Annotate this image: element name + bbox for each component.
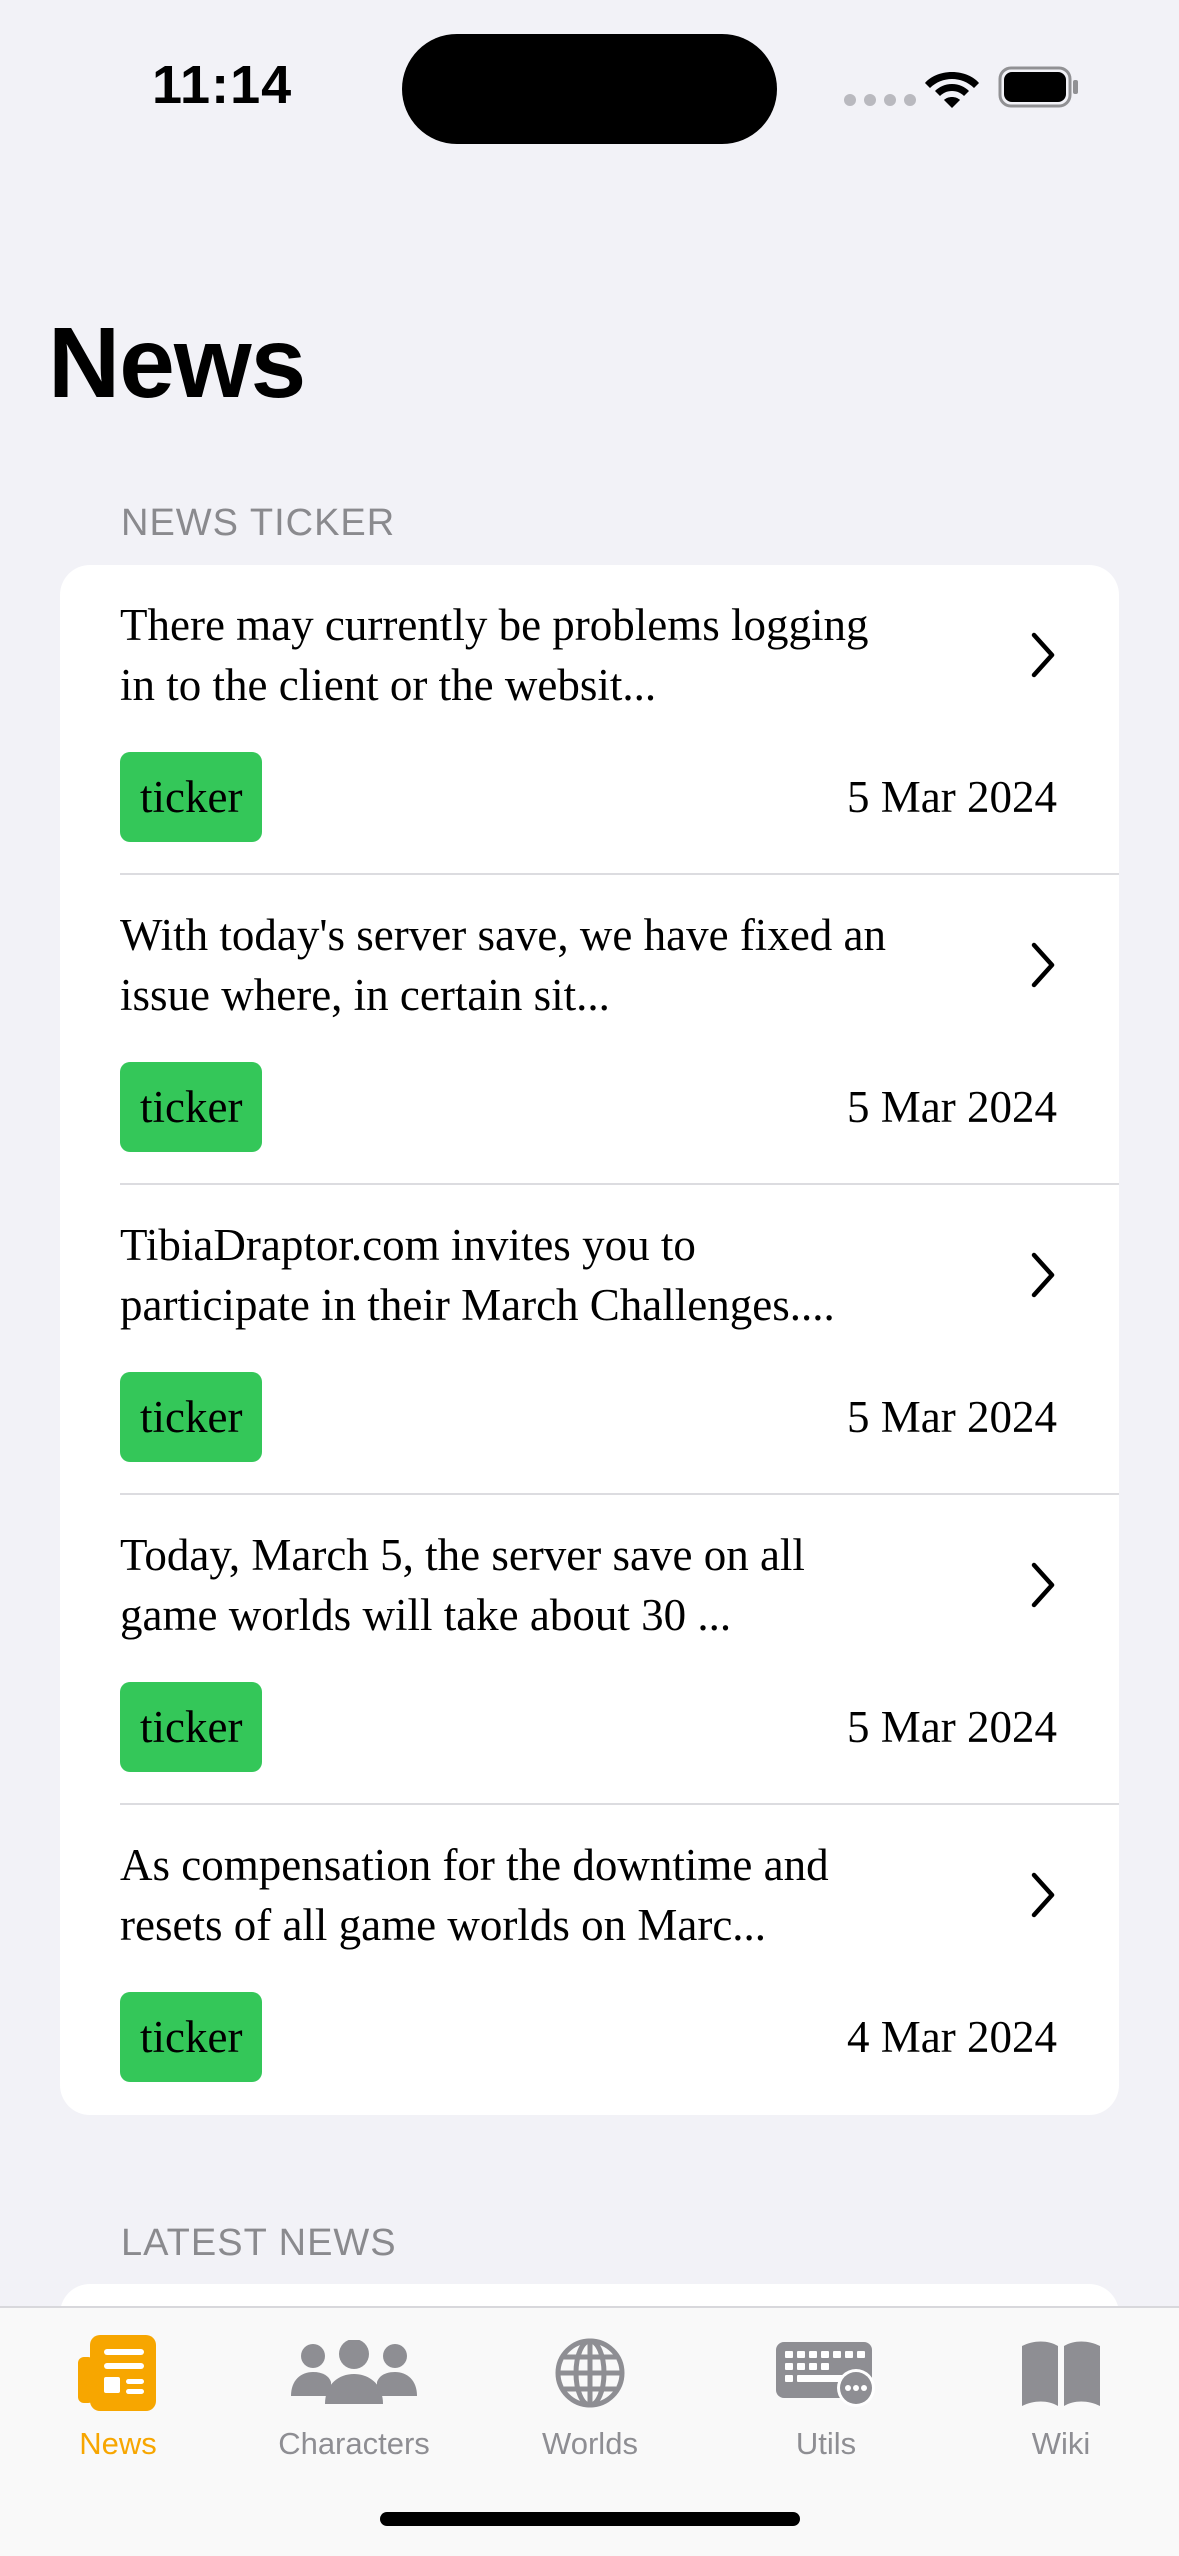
chevron-right-icon (1031, 1872, 1055, 1918)
cellular-signal-icon (844, 94, 916, 106)
wifi-icon (925, 72, 979, 108)
people-icon (291, 2340, 417, 2404)
latest-news-header: LATEST NEWS (121, 2222, 397, 2264)
ticker-date: 5 Mar 2024 (847, 1702, 1057, 1752)
tab-worlds[interactable]: Worlds (472, 2308, 708, 2488)
ticker-row[interactable]: As compensation for the downtime and rese… (60, 1805, 1119, 2115)
ticker-row-text: TibiaDraptor.com invites you to participa… (120, 1220, 835, 1330)
chevron-right-icon (1031, 632, 1055, 678)
ticker-tag: ticker (120, 752, 263, 842)
ticker-row-text: As compensation for the downtime and rese… (120, 1840, 829, 1950)
news-ticker-header: NEWS TICKER (121, 502, 396, 544)
ticker-row[interactable]: Today, March 5, the server save on all ga… (60, 1495, 1119, 1805)
home-indicator[interactable] (380, 2512, 800, 2526)
news-ticker-list: There may currently be problems logging i… (60, 565, 1119, 2115)
tab-label: News (79, 2426, 157, 2461)
newspaper-icon (78, 2335, 156, 2411)
tab-characters[interactable]: Characters (236, 2308, 472, 2488)
battery-icon (998, 66, 1078, 108)
ticker-row-text: There may currently be problems logging i… (120, 600, 869, 710)
ticker-row[interactable]: With today's server save, we have fixed … (60, 875, 1119, 1185)
ticker-row-text: Today, March 5, the server save on all ga… (120, 1530, 805, 1640)
tab-label: Utils (795, 2426, 857, 2461)
tab-label: Worlds (542, 2426, 638, 2461)
tab-utils[interactable]: Utils (708, 2308, 944, 2488)
chevron-right-icon (1031, 1562, 1055, 1608)
tab-news[interactable]: News (0, 2308, 236, 2488)
ticker-row[interactable]: There may currently be problems logging i… (60, 565, 1119, 875)
globe-icon (555, 2338, 625, 2408)
ticker-date: 5 Mar 2024 (847, 772, 1057, 822)
ticker-date: 4 Mar 2024 (847, 2012, 1057, 2062)
chevron-right-icon (1031, 1252, 1055, 1298)
ticker-date: 5 Mar 2024 (847, 1392, 1057, 1442)
ticker-tag: ticker (120, 1992, 263, 2082)
page-title: News (48, 307, 306, 419)
ticker-tag: ticker (120, 1372, 263, 1462)
ticker-row-text: With today's server save, we have fixed … (120, 910, 887, 1020)
ticker-tag: ticker (120, 1062, 263, 1152)
book-icon (1022, 2341, 1100, 2406)
ticker-date: 5 Mar 2024 (847, 1082, 1057, 1132)
keyboard-icon (776, 2342, 875, 2407)
dynamic-island (402, 34, 777, 144)
status-time: 11:14 (152, 55, 293, 115)
tab-label: Wiki (1031, 2426, 1091, 2461)
ticker-row[interactable]: TibiaDraptor.com invites you to participa… (60, 1185, 1119, 1495)
tab-label: Characters (278, 2426, 430, 2461)
tab-wiki[interactable]: Wiki (943, 2308, 1179, 2488)
ticker-tag: ticker (120, 1682, 263, 1772)
chevron-right-icon (1031, 942, 1055, 988)
status-bar: 11:14 (0, 0, 1179, 160)
